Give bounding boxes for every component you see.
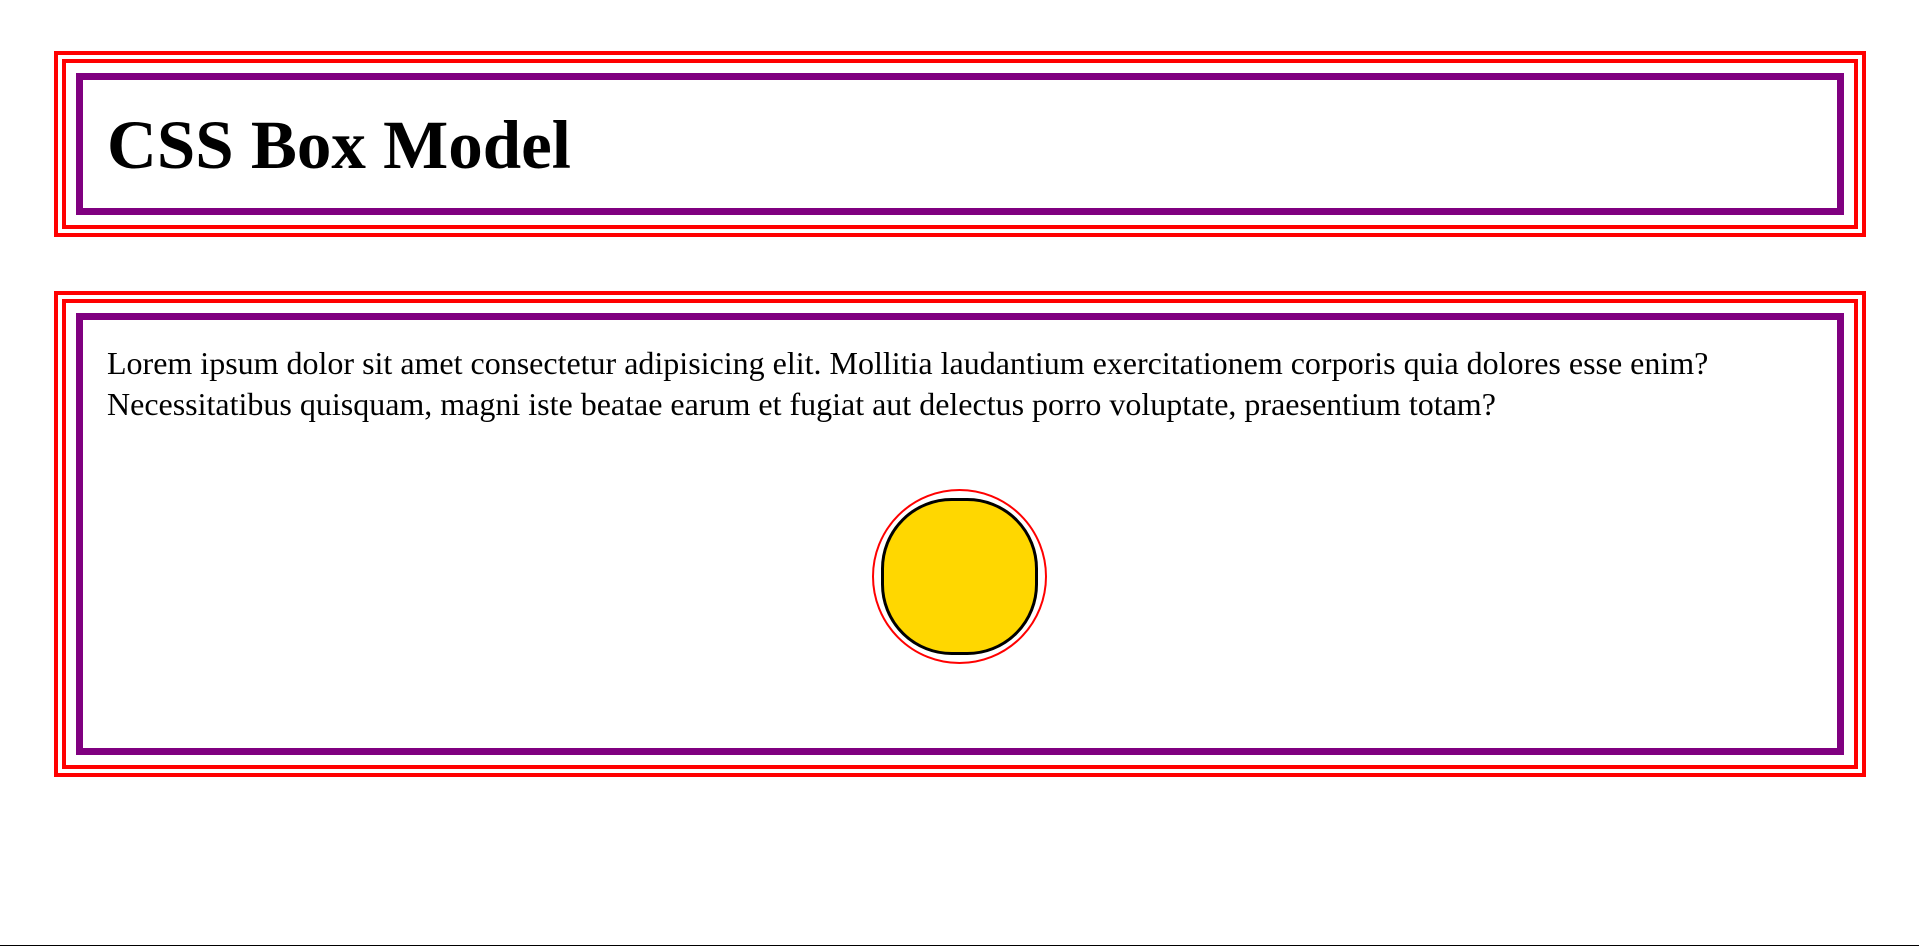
circle-outer-ring — [872, 489, 1047, 664]
header-inner-box: CSS Box Model — [76, 73, 1844, 215]
yellow-circle — [881, 498, 1038, 655]
header-box: CSS Box Model — [54, 51, 1866, 237]
lorem-paragraph: Lorem ipsum dolor sit amet consectetur a… — [107, 345, 1709, 422]
page-title: CSS Box Model — [107, 107, 571, 183]
page: CSS Box Model Lorem ipsum dolor sit amet… — [0, 0, 1919, 946]
